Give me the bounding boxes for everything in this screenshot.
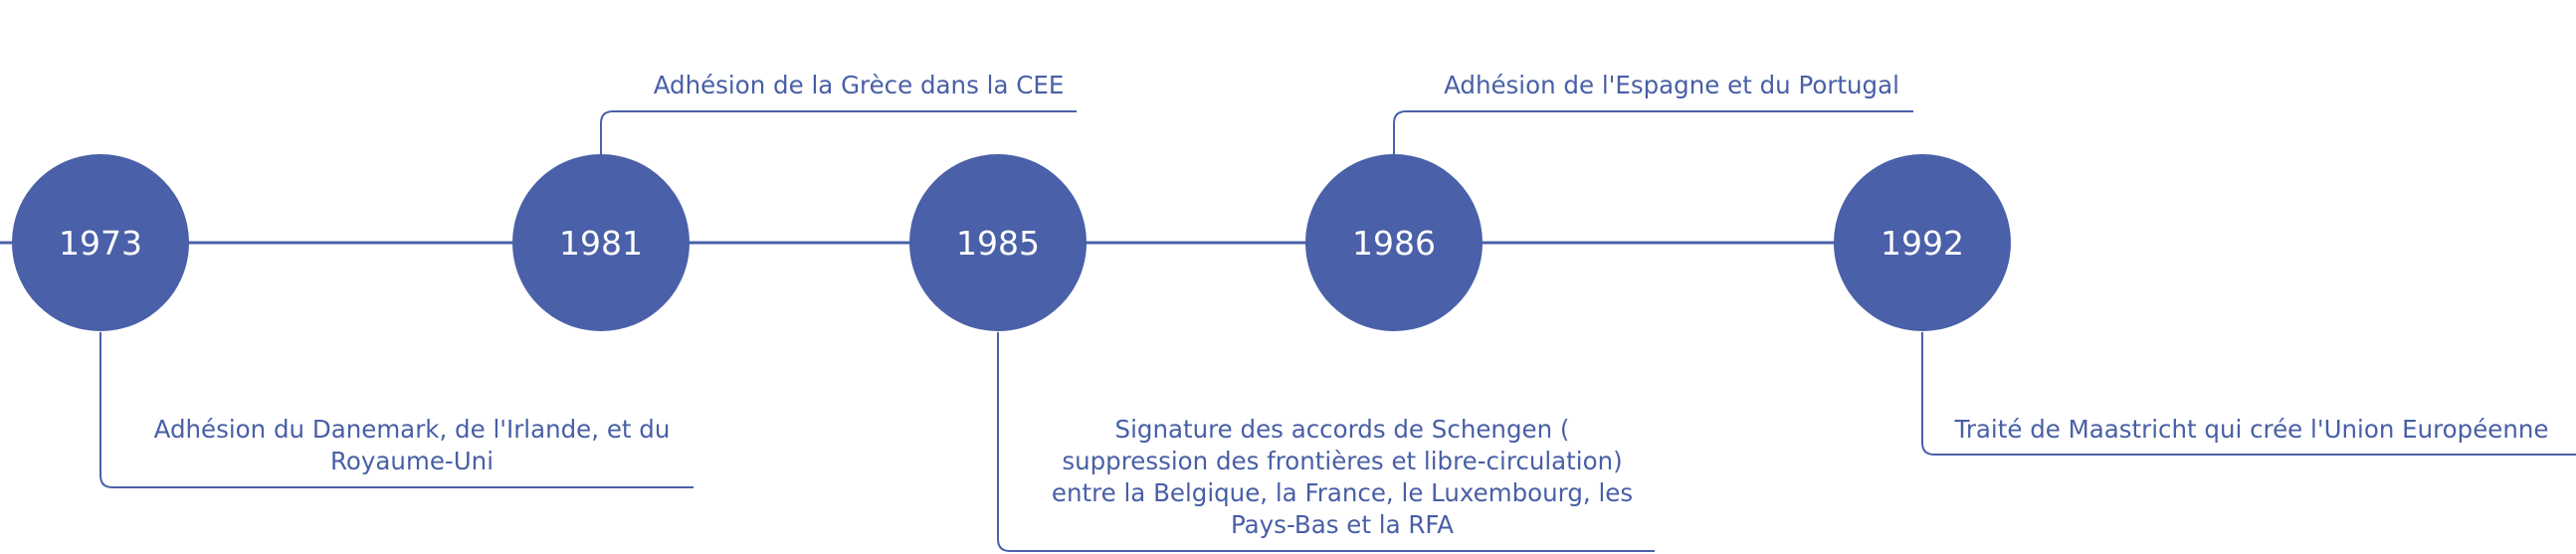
event-text-1985-line-4: Pays-Bas et la RFA — [1231, 510, 1454, 539]
event-text-1985-line-2: suppression des frontières et libre-circ… — [1062, 447, 1622, 475]
node-1992: 1992 — [1834, 154, 2011, 331]
timeline-diagram: 1973 1981 1985 1986 1992 Adhésion du Dan… — [0, 71, 2576, 552]
event-text-1973-line-1: Adhésion du Danemark, de l'Irlande, et d… — [154, 415, 671, 444]
year-label: 1992 — [1881, 224, 1964, 263]
node-1986: 1986 — [1305, 154, 1483, 331]
year-label: 1981 — [559, 224, 643, 263]
node-1981: 1981 — [512, 154, 690, 331]
event-text-1981-line-1: Adhésion de la Grèce dans la CEE — [654, 71, 1065, 99]
event-text-1992-line-1: Traité de Maastricht qui crée l'Union Eu… — [1953, 415, 2548, 444]
event-text-1986-line-1: Adhésion de l'Espagne et du Portugal — [1444, 71, 1899, 99]
connector-1986 — [1393, 110, 1913, 155]
year-label: 1985 — [956, 224, 1040, 263]
connector-1981 — [600, 110, 1077, 155]
node-1973: 1973 — [12, 154, 189, 331]
node-1985: 1985 — [909, 154, 1087, 331]
event-text-1973-line-2: Royaume-Uni — [330, 447, 494, 475]
year-label: 1986 — [1352, 224, 1436, 263]
event-text-1985-line-3: entre la Belgique, la France, le Luxembo… — [1052, 478, 1633, 507]
event-text-1985-line-1: Signature des accords de Schengen ( — [1115, 415, 1570, 444]
year-label: 1973 — [59, 224, 142, 263]
